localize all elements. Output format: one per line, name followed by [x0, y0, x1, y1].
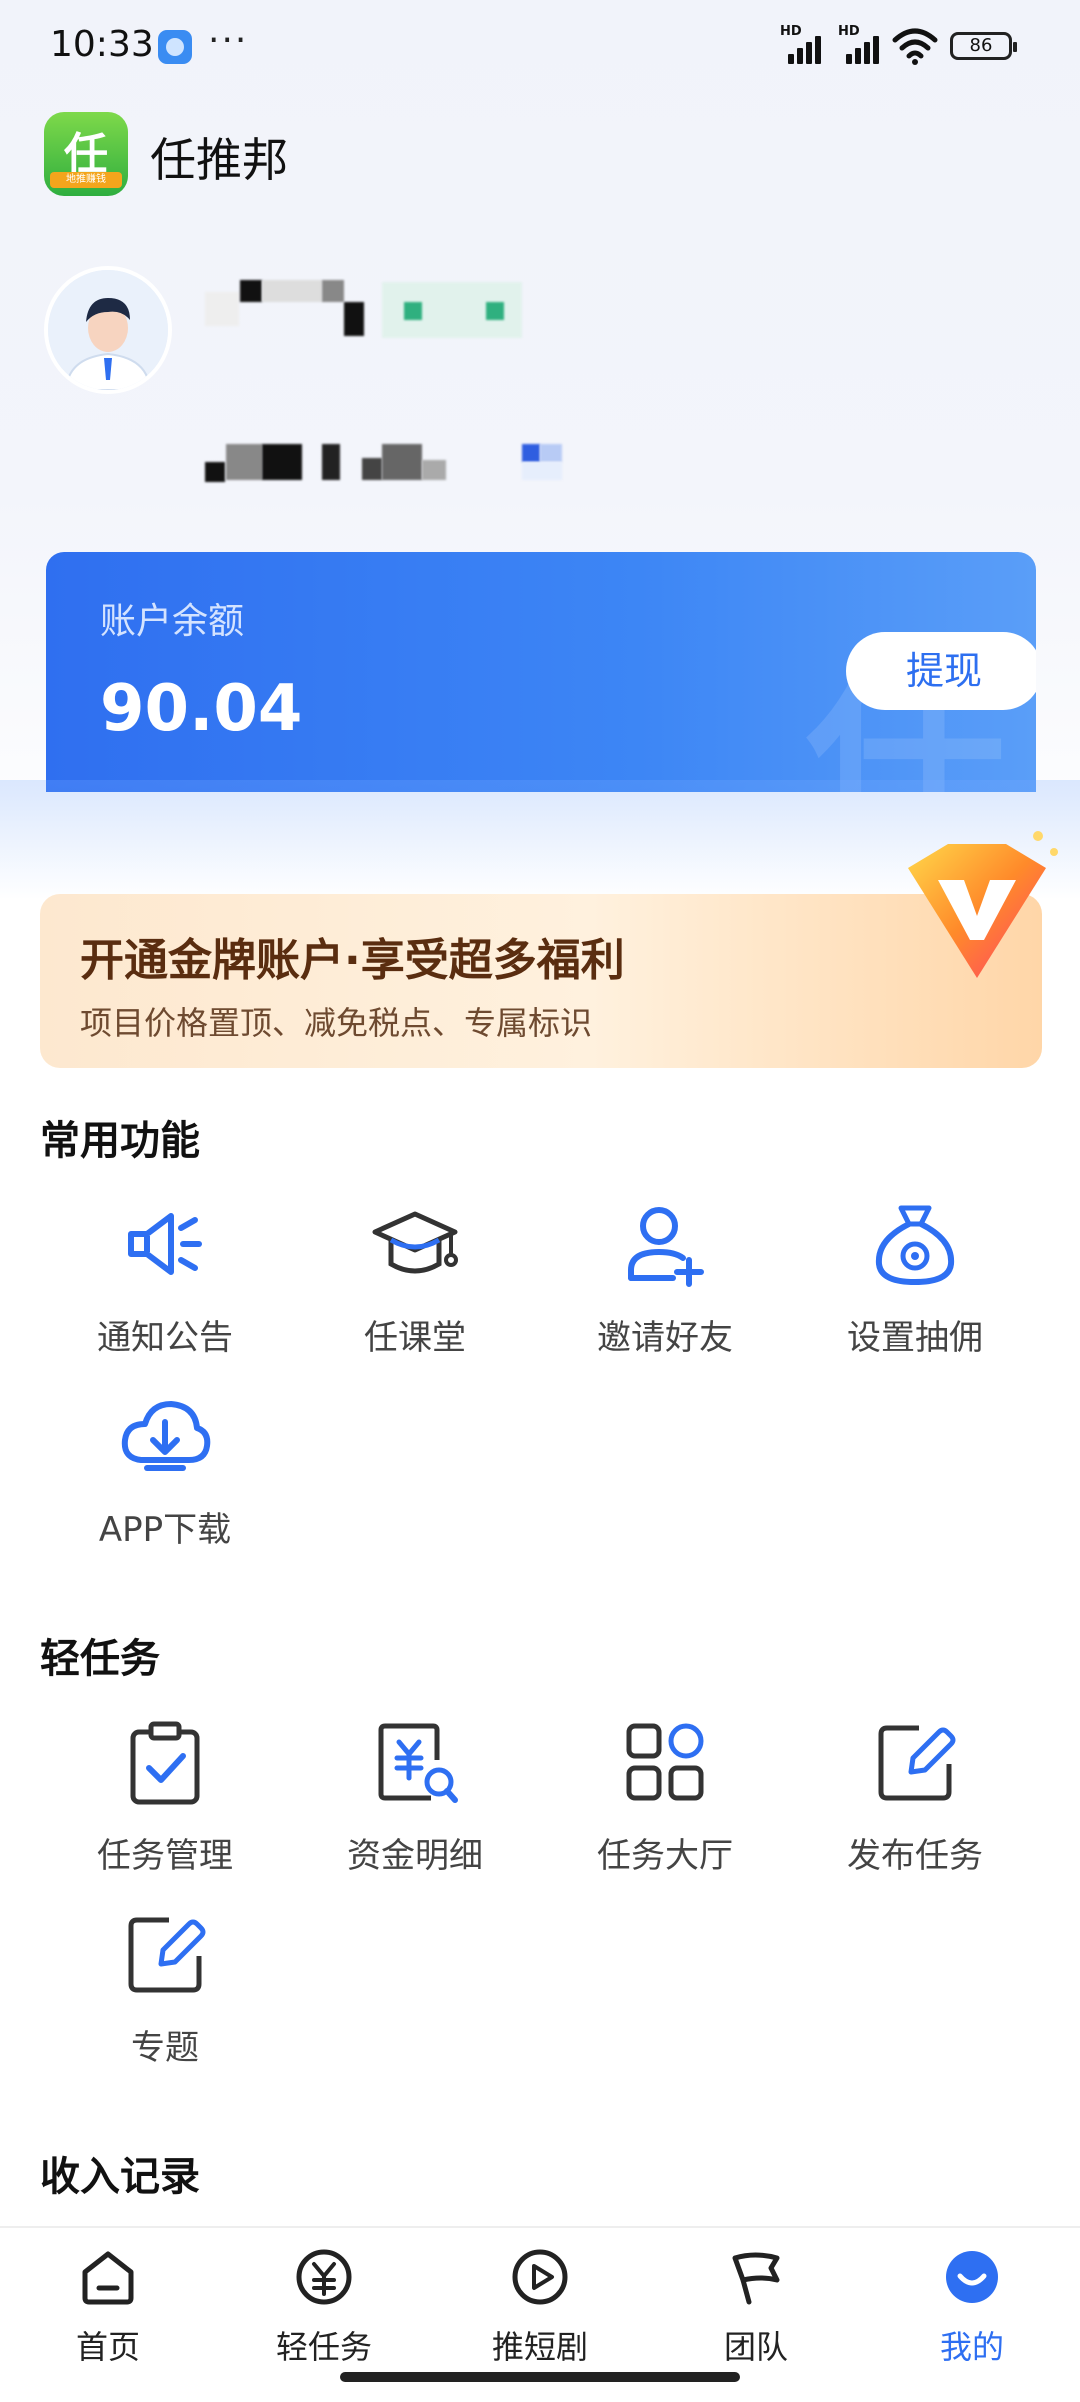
balance-label: 账户余额 [100, 601, 245, 642]
nav-home[interactable]: 首页 [33, 2246, 183, 2368]
wifi-icon [892, 28, 938, 65]
signal-icon-2: HD [838, 24, 886, 64]
home-indicator[interactable] [340, 2372, 740, 2382]
app-download-button[interactable]: APP下载 [40, 1388, 290, 1551]
edit-icon [128, 1917, 206, 1993]
yuan-search-icon [378, 1723, 458, 1803]
money-bag-icon [875, 1205, 955, 1286]
topic-button[interactable]: 专题 [40, 1906, 290, 2069]
task-hall-button[interactable]: 任务大厅 [540, 1714, 790, 1877]
course-button[interactable]: 任课堂 [290, 1196, 540, 1359]
avatar[interactable] [44, 266, 172, 394]
grid-apps-icon [626, 1723, 704, 1801]
fund-details-button[interactable]: 资金明细 [290, 1714, 540, 1877]
flag-icon [732, 2252, 780, 2305]
yuan-circle-icon [296, 2249, 352, 2305]
nav-short-drama[interactable]: 推短剧 [465, 2246, 615, 2368]
edit-icon [878, 1725, 956, 1801]
gold-account-banner[interactable]: 开通金牌账户·享受超多福利 项目价格置顶、减免税点、专属标识 [40, 831, 1058, 1068]
publish-task-button[interactable]: 发布任务 [790, 1714, 1040, 1877]
graduation-cap-icon [372, 1211, 458, 1274]
profile-icon [946, 2251, 998, 2303]
notice-button[interactable]: 通知公告 [40, 1196, 290, 1359]
status-time: 10:33 [50, 24, 154, 65]
more-notifications-icon: ··· [208, 20, 249, 61]
status-bar: 10:33 ··· HD HD 86 [0, 0, 1080, 96]
nav-light-tasks[interactable]: 轻任务 [249, 2246, 399, 2368]
home-icon [82, 2251, 134, 2305]
task-management-button[interactable]: 任务管理 [40, 1714, 290, 1877]
megaphone-icon [128, 1213, 202, 1275]
gold-banner-subtitle: 项目价格置顶、减免税点、专属标识 [80, 1004, 593, 1042]
cloud-download-icon [121, 1401, 211, 1471]
common-functions-title: 常用功能 [40, 1118, 200, 1164]
v-badge-icon [908, 831, 1058, 978]
withdraw-button[interactable]: 提现 [846, 632, 1036, 710]
clipboard-check-icon [130, 1721, 200, 1805]
balance-value: 90.04 [100, 672, 303, 746]
balance-card: 任 账户余额 90.04 提现 [46, 552, 1036, 792]
nav-mine[interactable]: 我的 [897, 2246, 1047, 2368]
nav-team[interactable]: 团队 [681, 2246, 831, 2368]
add-user-icon [628, 1207, 704, 1287]
play-icon [512, 2249, 568, 2305]
gold-banner-title: 开通金牌账户·享受超多福利 [80, 935, 625, 986]
app-title: 任推邦 [150, 133, 288, 187]
app-logo: 任 地推赚钱 [44, 112, 128, 196]
signal-icon: HD [780, 24, 828, 64]
notification-app-icon [158, 30, 192, 64]
battery-icon: 86 [950, 32, 1017, 60]
income-records-title: 收入记录 [40, 2154, 200, 2200]
user-avatar-icon [48, 270, 168, 390]
light-tasks-title: 轻任务 [40, 1636, 160, 1682]
set-commission-button[interactable]: 设置抽佣 [790, 1196, 1040, 1359]
invite-friends-button[interactable]: 邀请好友 [540, 1196, 790, 1359]
